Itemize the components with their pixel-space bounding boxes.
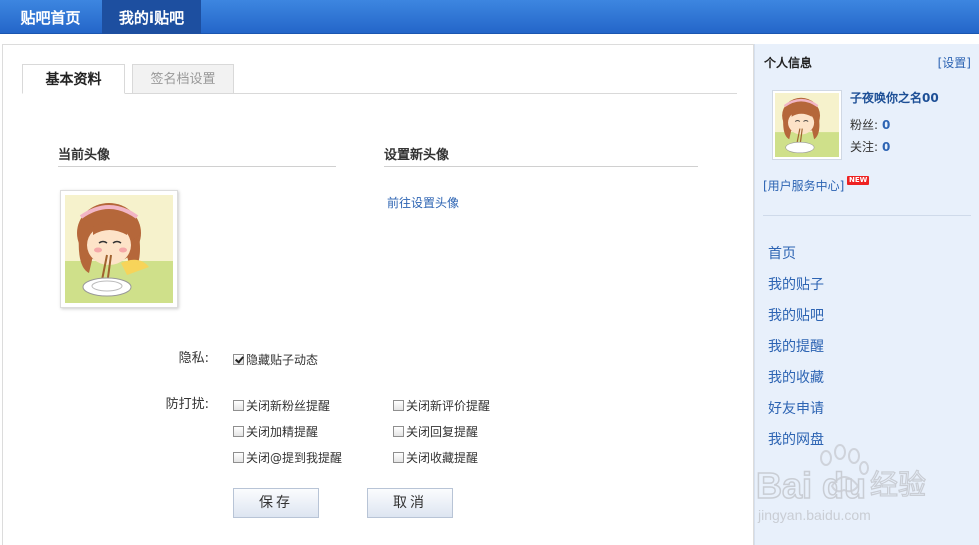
main-panel: 基本资料 签名档设置 当前头像 设置新头像 前往设置头像 隐私: 隐藏贴子动态 … — [2, 44, 754, 545]
settings-link[interactable]: [设置] — [938, 54, 971, 71]
checkbox-label: 关闭新评价提醒 — [406, 399, 491, 413]
sidebar-divider — [763, 215, 971, 216]
sidebar-item-friend-requests[interactable]: 好友申请 — [768, 398, 824, 418]
checkbox-icon[interactable] — [393, 426, 404, 437]
section-divider — [58, 166, 336, 167]
sidebar-item-my-favorites[interactable]: 我的收藏 — [768, 367, 824, 387]
checkbox-label: 关闭@提到我提醒 — [246, 451, 343, 465]
close-reply-reminder-checkbox[interactable]: 关闭回复提醒 — [393, 423, 478, 440]
tab-signature-settings[interactable]: 签名档设置 — [132, 64, 234, 94]
nav-tab-my-tieba[interactable]: 我的i贴吧 — [102, 0, 201, 34]
avatar-image — [65, 195, 173, 303]
avatar-image — [775, 93, 839, 157]
follow-label: 关注: — [850, 140, 879, 154]
current-avatar-title: 当前头像 — [58, 148, 111, 163]
follow-count[interactable]: 0 — [882, 140, 890, 154]
privacy-label: 隐私: — [178, 351, 209, 366]
tab-basic-info[interactable]: 基本资料 — [22, 64, 125, 94]
sidebar-item-my-reminders[interactable]: 我的提醒 — [768, 336, 824, 356]
personal-info-title: 个人信息 — [764, 56, 813, 70]
sidebar-item-my-posts[interactable]: 我的贴子 — [768, 274, 824, 294]
cancel-button[interactable]: 取消 — [367, 488, 453, 518]
close-new-rating-reminder-checkbox[interactable]: 关闭新评价提醒 — [393, 397, 490, 414]
sidebar-item-my-tieba[interactable]: 我的贴吧 — [768, 305, 824, 325]
checkbox-label: 关闭收藏提醒 — [406, 451, 479, 465]
checkbox-icon[interactable] — [233, 400, 244, 411]
username-link[interactable]: 子夜唤你之名00 — [850, 89, 939, 106]
save-button[interactable]: 保存 — [233, 488, 319, 518]
checkbox-label: 关闭回复提醒 — [406, 425, 479, 439]
checkbox-icon[interactable] — [393, 400, 404, 411]
close-mention-reminder-checkbox[interactable]: 关闭@提到我提醒 — [233, 449, 342, 466]
checkbox-icon[interactable] — [233, 426, 244, 437]
sidebar-avatar[interactable] — [772, 90, 842, 160]
fans-label: 粉丝: — [850, 118, 879, 132]
sidebar-item-my-netdisk[interactable]: 我的网盘 — [768, 429, 824, 449]
fans-stat: 粉丝: 0 — [850, 116, 890, 133]
fans-count[interactable]: 0 — [882, 118, 890, 132]
antidisturb-label: 防打扰: — [165, 397, 209, 412]
set-avatar-link[interactable]: 前往设置头像 — [387, 194, 459, 211]
section-divider — [384, 166, 698, 167]
top-nav: 贴吧首页 我的i贴吧 — [0, 0, 979, 34]
checkbox-label: 关闭新粉丝提醒 — [246, 399, 331, 413]
checkbox-icon[interactable] — [233, 452, 244, 463]
new-avatar-title: 设置新头像 — [384, 148, 450, 163]
close-favorite-reminder-checkbox[interactable]: 关闭收藏提醒 — [393, 449, 478, 466]
close-new-fans-reminder-checkbox[interactable]: 关闭新粉丝提醒 — [233, 397, 330, 414]
nav-tab-tieba-home[interactable]: 贴吧首页 — [0, 0, 101, 34]
current-avatar — [60, 190, 178, 308]
checkbox-checked-icon[interactable] — [233, 354, 244, 365]
checkbox-label: 隐藏贴子动态 — [246, 353, 319, 367]
close-featured-reminder-checkbox[interactable]: 关闭加精提醒 — [233, 423, 318, 440]
user-service-center-link[interactable]: [用户服务中心] — [763, 177, 844, 194]
checkbox-label: 关闭加精提醒 — [246, 425, 319, 439]
sidebar: 个人信息 [设置] 子夜唤你之名00 粉丝: 0 关注: 0 [用户服务中心] NE… — [754, 44, 979, 545]
tabs-divider — [23, 93, 737, 94]
follow-stat: 关注: 0 — [850, 138, 890, 155]
new-badge: NEW — [847, 176, 870, 185]
sidebar-item-home[interactable]: 首页 — [768, 243, 796, 263]
checkbox-icon[interactable] — [393, 452, 404, 463]
hide-post-activity-checkbox[interactable]: 隐藏贴子动态 — [233, 351, 318, 368]
